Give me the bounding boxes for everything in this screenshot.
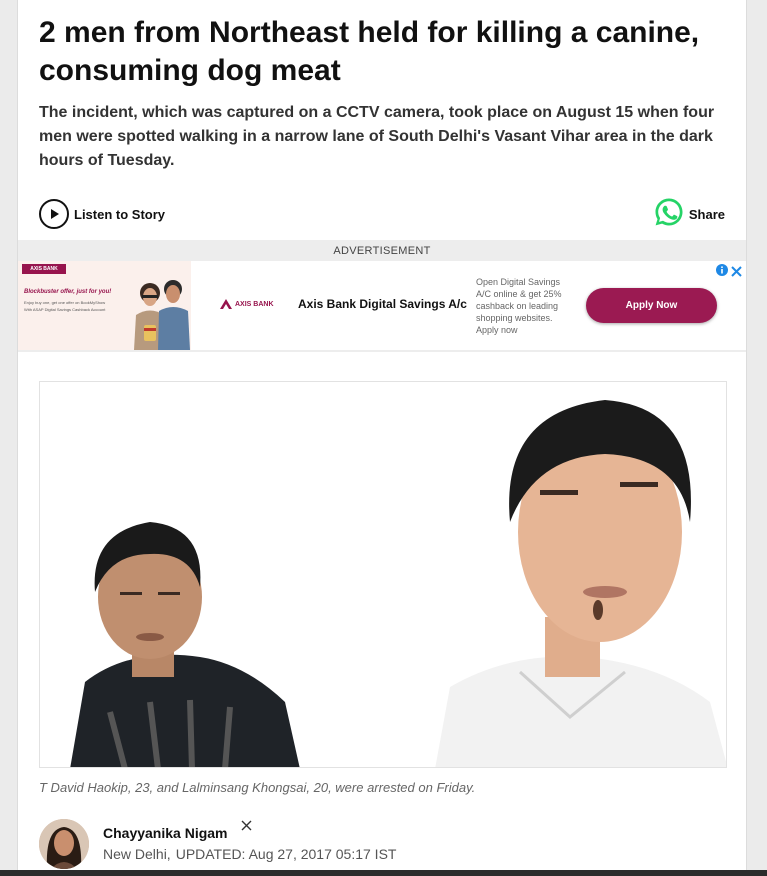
ad-title[interactable]: Axis Bank Digital Savings A/c <box>298 297 467 311</box>
ad-banner[interactable]: AXIS BANK Blockbuster offer, just for yo… <box>18 261 746 350</box>
info-icon[interactable] <box>716 264 728 279</box>
ad-image-line: Enjoy buy one, get one offer on BookMySh… <box>24 300 106 305</box>
ad-image-offer: Blockbuster offer, just for you! <box>24 289 112 295</box>
article-meta: New Delhi, UPDATED: Aug 27, 2017 05:17 I… <box>103 846 396 862</box>
article-container: 2 men from Northeast held for killing a … <box>17 0 747 876</box>
article-headline: 2 men from Northeast held for killing a … <box>39 16 700 87</box>
listen-to-story-button[interactable]: Listen to Story <box>39 199 165 229</box>
ad-brand-text: AXIS BANK <box>235 300 274 308</box>
author-location: New Delhi, <box>103 846 171 862</box>
article-photo-illustration <box>40 382 726 767</box>
author-name[interactable]: Chayyanika Nigam <box>103 825 228 841</box>
bottom-bar <box>0 870 767 876</box>
author-avatar[interactable] <box>39 819 89 869</box>
x-icon[interactable] <box>236 815 256 835</box>
share-button[interactable]: Share <box>653 198 725 230</box>
ad-description: Open Digital Savings A/C online & get 25… <box>476 277 562 335</box>
ad-image-logo: AXIS BANK <box>22 264 66 274</box>
axis-logo-icon <box>220 299 232 309</box>
apply-now-button[interactable]: Apply Now <box>586 288 717 323</box>
article-photo[interactable] <box>39 381 727 768</box>
article-summary: The incident, which was captured on a CC… <box>39 104 715 169</box>
ad-brand-logo: AXIS BANK <box>220 299 274 309</box>
close-icon[interactable] <box>731 262 742 280</box>
whatsapp-icon <box>653 196 685 233</box>
photo-caption: T David Haokip, 23, and Lalminsang Khong… <box>39 780 476 795</box>
ad-image-line: With ASAP Digital Savings Cashback Accou… <box>24 307 106 312</box>
ad-image[interactable]: AXIS BANK Blockbuster offer, just for yo… <box>18 261 191 350</box>
play-icon <box>39 199 69 229</box>
listen-label: Listen to Story <box>74 206 166 222</box>
ad-couple-illustration <box>134 280 190 350</box>
advertisement-label: ADVERTISEMENT <box>333 245 431 257</box>
advertisement-section: ADVERTISEMENT AXIS BANK Blockbuster offe… <box>18 240 746 352</box>
updated-timestamp: UPDATED: Aug 27, 2017 05:17 IST <box>175 846 397 862</box>
share-label: Share <box>688 206 725 222</box>
